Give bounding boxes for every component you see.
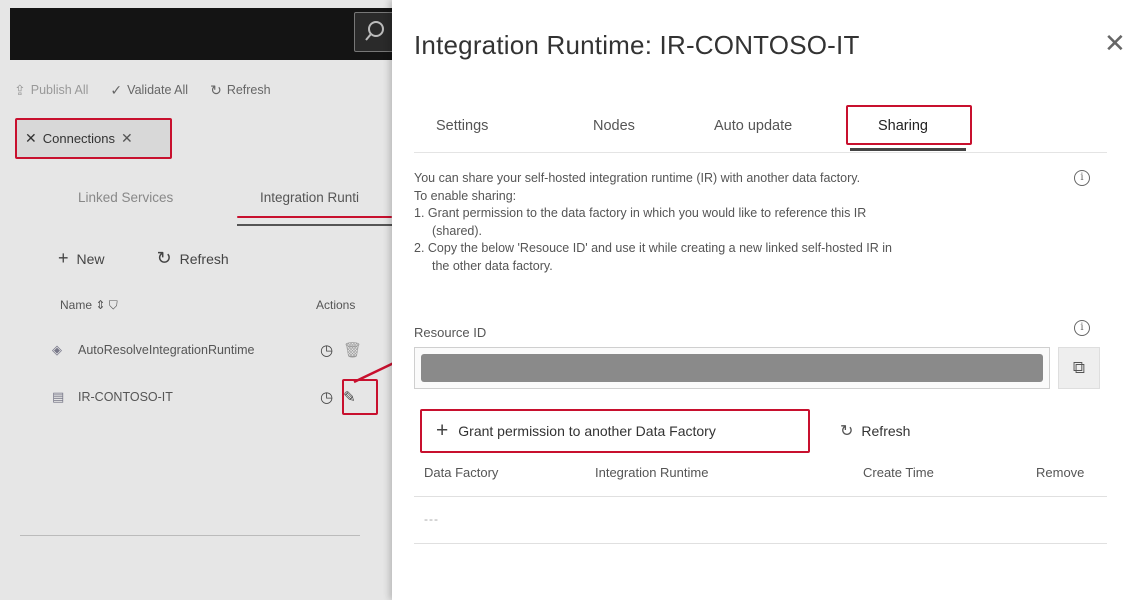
refresh-icon: ↻ (840, 423, 854, 440)
panel-title: Integration Runtime: IR-CONTOSO-IT (414, 30, 860, 60)
name-header-label: Name ⇕ (60, 298, 106, 312)
publish-icon: ⇪ (14, 81, 26, 98)
cloud-runtime-icon: ◈ (52, 342, 62, 357)
list-refresh-label: Refresh (179, 250, 229, 267)
resource-id-field[interactable] (414, 347, 1050, 389)
copy-button[interactable]: ⧉ (1058, 347, 1100, 389)
grant-permission-button[interactable]: + Grant permission to another Data Facto… (422, 413, 806, 449)
panel-tabs: Settings Nodes Auto update Sharing (392, 104, 1133, 151)
tab-linked-services[interactable]: Linked Services (78, 190, 173, 205)
resource-id-label: Resource ID (414, 325, 487, 340)
connections-tab[interactable]: ✕ Connections ✕ (17, 120, 172, 157)
divider (414, 543, 1107, 544)
column-header-data-factory: Data Factory (424, 465, 499, 480)
new-button[interactable]: + New (58, 248, 105, 269)
active-tab-underline (850, 148, 966, 151)
monitor-icon[interactable]: ◷ (320, 388, 333, 406)
left-pane: ⇪ Publish All ✓ Validate All ↻ Refresh ✕… (0, 0, 392, 600)
publish-all-button[interactable]: ⇪ Publish All (14, 82, 88, 99)
new-label: New (76, 250, 105, 267)
tab-auto-update[interactable]: Auto update (714, 118, 792, 134)
runtime-name: IR-CONTOSO-IT (78, 390, 173, 404)
toolbar-refresh-button[interactable]: ↻ Refresh (210, 82, 271, 99)
monitor-icon[interactable]: ◷ (320, 341, 333, 359)
name-column-header[interactable]: Name ⇕ ⛉ (60, 298, 118, 313)
column-header-create-time: Create Time (863, 465, 934, 480)
copy-icon: ⧉ (1072, 358, 1086, 377)
subtabs: Linked Services Integration Runti (0, 186, 392, 226)
search-icon (365, 21, 384, 41)
active-tab-underline (237, 224, 392, 226)
tab-sharing[interactable]: Sharing (878, 118, 928, 134)
info-step: the other data factory. (432, 258, 553, 273)
info-step: 2. Copy the below 'Resouce ID' and use i… (414, 241, 892, 256)
plus-icon: + (436, 419, 449, 442)
divider (414, 152, 1107, 153)
edit-icon[interactable]: ✎ (343, 388, 356, 406)
column-header-remove: Remove (1036, 465, 1085, 480)
actions-row: + New ↻ Refresh (58, 248, 281, 269)
panel-refresh-label: Refresh (861, 423, 911, 439)
info-step: 1. Grant permission to the data factory … (414, 206, 867, 221)
info-icon[interactable]: i (1074, 170, 1090, 186)
tab-settings[interactable]: Settings (436, 118, 488, 134)
column-header-integration-runtime: Integration Runtime (595, 465, 709, 480)
divider (414, 496, 1107, 497)
close-icon[interactable]: ✕ (1104, 28, 1126, 59)
close-icon[interactable]: ✕ (121, 130, 133, 147)
plus-icon: + (58, 248, 69, 268)
list-item[interactable]: ◈ AutoResolveIntegrationRuntime ◷ 🗑 (52, 340, 392, 360)
info-icon[interactable]: i (1074, 320, 1090, 336)
refresh-icon: ↻ (156, 248, 172, 268)
info-step: (shared). (432, 223, 483, 238)
connections-tab-label: Connections (42, 131, 116, 146)
info-line: To enable sharing: (414, 188, 517, 203)
tab-integration-runtimes[interactable]: Integration Runti (260, 190, 359, 205)
refresh-icon: ↻ (210, 81, 222, 98)
panel-refresh-button[interactable]: ↻ Refresh (840, 421, 910, 441)
actions-column-header: Actions (316, 298, 356, 312)
toolbar: ⇪ Publish All ✓ Validate All ↻ Refresh (14, 80, 293, 100)
publish-all-label: Publish All (30, 83, 89, 97)
sharing-table-header: Data Factory Integration Runtime Create … (414, 465, 1107, 495)
divider (20, 535, 360, 536)
top-bar (10, 8, 392, 60)
search-button[interactable] (354, 12, 392, 52)
filter-icon[interactable]: ⛉ (109, 298, 118, 312)
validate-all-button[interactable]: ✓ Validate All (110, 82, 188, 99)
validate-all-label: Validate All (127, 83, 189, 97)
table-empty-row: --- (424, 512, 439, 526)
integration-runtime-panel: Integration Runtime: IR-CONTOSO-IT ✕ Set… (392, 0, 1133, 600)
toolbar-refresh-label: Refresh (226, 83, 271, 97)
sharing-instructions: You can share your self-hosted integrati… (414, 170, 1054, 276)
highlight-ir-tab (237, 216, 392, 218)
delete-icon[interactable]: 🗑 (343, 341, 362, 359)
server-icon: ▤ (52, 389, 65, 404)
resource-id-value-redacted (421, 354, 1043, 382)
info-line: You can share your self-hosted integrati… (414, 171, 861, 185)
checkmark-icon: ✓ (110, 81, 123, 98)
list-refresh-button[interactable]: ↻ Refresh (157, 248, 229, 269)
runtime-name: AutoResolveIntegrationRuntime (78, 343, 255, 357)
grant-permission-label: Grant permission to another Data Factory (458, 423, 716, 439)
tab-nodes[interactable]: Nodes (593, 118, 635, 134)
connections-icon: ✕ (25, 130, 37, 146)
list-item[interactable]: ▤ IR-CONTOSO-IT ◷ ✎ (52, 387, 392, 407)
